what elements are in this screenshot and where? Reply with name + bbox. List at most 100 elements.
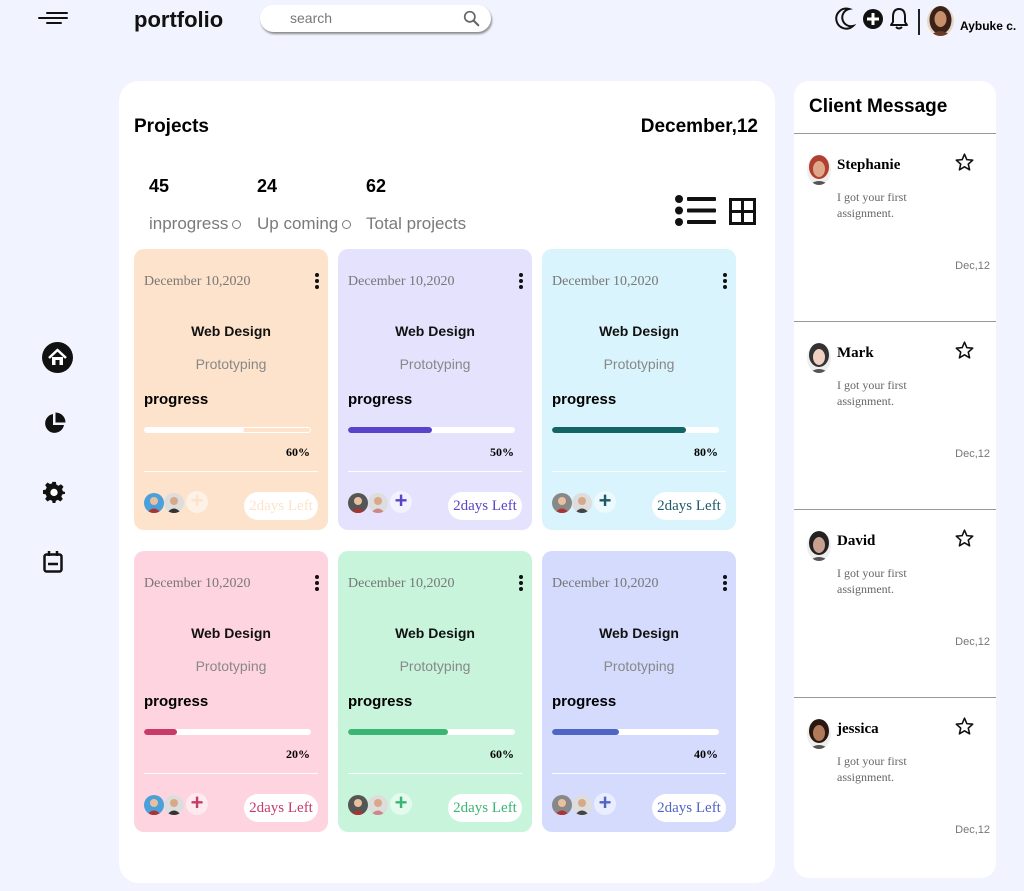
search-bar[interactable] xyxy=(260,5,491,32)
pie-chart-icon[interactable] xyxy=(43,412,66,435)
card-subtitle: Prototyping xyxy=(399,356,471,372)
star-icon[interactable] xyxy=(955,153,974,171)
card-date: December 10,2020 xyxy=(144,576,251,591)
days-left-badge: 2days Left xyxy=(652,794,726,822)
progress-bar xyxy=(348,729,515,735)
member-avatar[interactable] xyxy=(552,493,572,513)
progress-fill xyxy=(348,729,449,735)
search-input[interactable] xyxy=(290,10,450,26)
star-icon[interactable] xyxy=(955,717,974,735)
divider xyxy=(144,773,318,774)
member-avatar[interactable] xyxy=(368,493,388,513)
progress-label: progress xyxy=(552,391,617,408)
client-avatar xyxy=(807,155,831,185)
progress-fill xyxy=(145,428,244,432)
progress-percent: 80% xyxy=(694,445,718,459)
card-subtitle: Prototyping xyxy=(399,658,471,674)
user-name[interactable]: Aybuke c. xyxy=(960,19,1016,33)
star-icon[interactable] xyxy=(955,341,974,359)
more-options-icon[interactable] xyxy=(314,575,320,593)
member-avatar[interactable] xyxy=(572,795,592,815)
member-avatar[interactable] xyxy=(144,493,164,513)
progress-bar xyxy=(552,427,719,433)
member-avatar[interactable] xyxy=(164,795,184,815)
divider xyxy=(552,773,726,774)
client-message-item[interactable]: jessica I got your first assignment. Dec,1… xyxy=(794,698,996,878)
stat-inprogress-label: inprogress xyxy=(149,214,242,234)
add-circle-icon[interactable] xyxy=(862,6,884,32)
bell-icon[interactable] xyxy=(889,6,909,32)
add-member-button[interactable]: + xyxy=(594,792,616,815)
gear-icon[interactable] xyxy=(43,481,65,503)
client-message-item[interactable]: David I got your first assignment. Dec,12 xyxy=(794,510,996,698)
progress-bar xyxy=(552,729,719,735)
progress-bar xyxy=(144,729,311,735)
project-card[interactable]: December 10,2020 Web Design Prototyping pro… xyxy=(338,249,532,530)
add-member-button[interactable]: + xyxy=(390,792,412,815)
client-message-item[interactable]: Mark I got your first assignment. Dec,12 xyxy=(794,322,996,510)
member-avatar[interactable] xyxy=(552,795,572,815)
more-options-icon[interactable] xyxy=(722,273,728,291)
client-messages-panel: Client Message Stephanie I got your first… xyxy=(794,81,996,878)
project-card[interactable]: December 10,2020 Web Design Prototyping pro… xyxy=(338,551,532,832)
progress-percent: 50% xyxy=(490,445,514,459)
menu-icon[interactable] xyxy=(38,10,70,26)
grid-view-icon[interactable] xyxy=(729,198,756,225)
moon-icon[interactable] xyxy=(834,6,856,32)
add-member-button[interactable]: + xyxy=(594,490,616,513)
progress-label: progress xyxy=(552,693,617,710)
card-subtitle: Prototyping xyxy=(195,658,267,674)
card-title: Web Design xyxy=(191,323,271,339)
member-avatar[interactable] xyxy=(144,795,164,815)
home-icon[interactable] xyxy=(42,342,73,373)
progress-label: progress xyxy=(144,391,209,408)
message-date: Dec,12 xyxy=(955,260,990,272)
card-date: December 10,2020 xyxy=(348,576,455,591)
more-options-icon[interactable] xyxy=(518,273,524,291)
member-avatar[interactable] xyxy=(348,795,368,815)
card-subtitle: Prototyping xyxy=(195,356,267,372)
client-name: Mark xyxy=(837,345,874,361)
message-text: I got your first assignment. xyxy=(837,754,907,784)
card-date: December 10,2020 xyxy=(552,274,659,289)
member-avatar[interactable] xyxy=(368,795,388,815)
add-member-button[interactable]: + xyxy=(186,792,208,815)
add-member-button[interactable]: + xyxy=(390,490,412,513)
more-options-icon[interactable] xyxy=(314,273,320,291)
card-date: December 10,2020 xyxy=(552,576,659,591)
stat-upcoming-label: Up coming xyxy=(257,214,352,234)
card-subtitle: Prototyping xyxy=(603,356,675,372)
progress-percent: 40% xyxy=(694,747,718,761)
project-card[interactable]: December 10,2020 Web Design Prototyping pro… xyxy=(134,551,328,832)
card-title: Web Design xyxy=(191,625,271,641)
stat-inprogress-value: 45 xyxy=(149,176,170,196)
member-avatar[interactable] xyxy=(572,493,592,513)
divider xyxy=(348,773,522,774)
projects-panel: Projects December,12 45 inprogress 24 Up… xyxy=(119,81,775,883)
message-text: I got your first assignment. xyxy=(837,566,907,596)
search-icon[interactable] xyxy=(463,10,480,27)
client-messages-title: Client Message xyxy=(809,96,948,117)
add-member-button[interactable]: + xyxy=(186,490,208,513)
user-avatar[interactable] xyxy=(927,6,954,36)
client-message-item[interactable]: Stephanie I got your first assignment. Dec… xyxy=(794,134,996,322)
card-date: December 10,2020 xyxy=(348,274,455,289)
card-title: Web Design xyxy=(599,323,679,339)
card-date: December 10,2020 xyxy=(144,274,251,289)
more-options-icon[interactable] xyxy=(722,575,728,593)
member-avatar[interactable] xyxy=(164,493,184,513)
more-options-icon[interactable] xyxy=(518,575,524,593)
progress-percent: 60% xyxy=(286,445,310,459)
progress-fill xyxy=(552,427,686,433)
list-view-icon[interactable] xyxy=(674,195,717,226)
member-avatar[interactable] xyxy=(348,493,368,513)
project-card[interactable]: December 10,2020 Web Design Prototyping pro… xyxy=(542,249,736,530)
project-card[interactable]: December 10,2020 Web Design Prototyping pro… xyxy=(542,551,736,832)
calendar-icon[interactable] xyxy=(43,551,63,573)
divider xyxy=(144,471,318,472)
stat-total-label: Total projects xyxy=(366,214,467,233)
star-icon[interactable] xyxy=(955,529,974,547)
project-card[interactable]: December 10,2020 Web Design Prototyping pro… xyxy=(134,249,328,530)
card-title: Web Design xyxy=(599,625,679,641)
divider xyxy=(552,471,726,472)
